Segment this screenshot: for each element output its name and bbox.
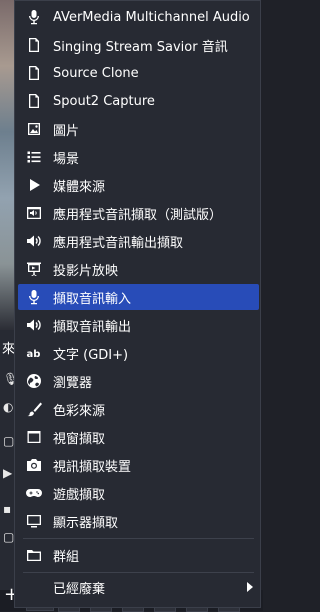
menu-item-image[interactable]: 圖片: [18, 116, 259, 142]
slideshow-icon: [24, 260, 44, 278]
menu-item-app-audio-output-capture[interactable]: 應用程式音訊輸出擷取: [18, 228, 259, 254]
menu-item-label: Singing Stream Savior 音訊: [53, 39, 228, 55]
menu-item-label: 投影片放映: [53, 263, 119, 279]
menu-item-label: Spout2 Capture: [53, 93, 155, 109]
speaker-icon: [24, 232, 44, 250]
window-icon: [24, 428, 44, 446]
menu-separator: [23, 538, 254, 539]
menu-item-group[interactable]: 群組: [18, 542, 259, 568]
microphone-icon: [24, 288, 44, 306]
menu-item-label: AVerMedia Multichannel Audio: [53, 9, 250, 25]
menu-item-media-source[interactable]: 媒體來源: [18, 172, 259, 198]
menu-item-deprecated[interactable]: 已經廢棄: [18, 574, 259, 600]
menu-item-text-gdi[interactable]: ab 文字 (GDI+): [18, 340, 259, 366]
menu-item-label: 場景: [53, 151, 80, 167]
menu-item-audio-input-capture[interactable]: 擷取音訊輸入: [18, 284, 259, 310]
menu-item-label: 擷取音訊輸入: [53, 291, 132, 307]
menu-item-display-capture[interactable]: 顯示器擷取: [18, 508, 259, 534]
window-speaker-icon: [24, 204, 44, 222]
document-icon: [24, 92, 44, 110]
menu-item-browser[interactable]: 瀏覽器: [18, 368, 259, 394]
camera-icon: [24, 456, 44, 474]
menu-item-avermedia[interactable]: AVerMedia Multichannel Audio: [18, 4, 259, 30]
menu-item-label: 圖片: [53, 123, 80, 139]
menu-item-game-capture[interactable]: 遊戲擷取: [18, 480, 259, 506]
microphone-icon: [24, 8, 44, 26]
menu-item-color-source[interactable]: 色彩來源: [18, 396, 259, 422]
menu-item-video-capture-device[interactable]: 視訊擷取裝置: [18, 452, 259, 478]
speaker-icon: [24, 316, 44, 334]
menu-item-label: 顯示器擷取: [53, 515, 119, 531]
menu-item-label: 群組: [53, 549, 80, 565]
menu-item-label: 文字 (GDI+): [53, 347, 129, 363]
menu-item-scene[interactable]: 場景: [18, 144, 259, 170]
svg-text:ab: ab: [27, 349, 41, 360]
monitor-icon: [24, 512, 44, 530]
document-icon: [24, 64, 44, 82]
menu-item-slideshow[interactable]: 投影片放映: [18, 256, 259, 282]
folder-icon: [24, 546, 44, 564]
menu-item-window-capture[interactable]: 視窗擷取: [18, 424, 259, 450]
add-source-menu: AVerMedia Multichannel Audio Singing Str…: [14, 0, 261, 608]
submenu-arrow-icon: [247, 582, 253, 592]
menu-item-audio-output-capture[interactable]: 擷取音訊輸出: [18, 312, 259, 338]
menu-item-label: 視窗擷取: [53, 431, 106, 447]
menu-item-label: 瀏覽器: [53, 375, 93, 391]
menu-item-label: 媒體來源: [53, 179, 106, 195]
menu-item-label: Source Clone: [53, 65, 139, 81]
menu-item-app-audio-capture-beta[interactable]: 應用程式音訊擷取（測試版）: [18, 200, 259, 226]
globe-icon: [24, 372, 44, 390]
text-icon: ab: [24, 344, 44, 362]
menu-item-label: 擷取音訊輸出: [53, 319, 132, 335]
list-icon: [24, 148, 44, 166]
menu-item-label: 已經廢棄: [53, 581, 106, 597]
menu-item-label: 色彩來源: [53, 403, 106, 419]
menu-item-spout2-capture[interactable]: Spout2 Capture: [18, 88, 259, 114]
menu-item-singing-stream-savior[interactable]: Singing Stream Savior 音訊: [18, 32, 259, 58]
menu-item-label: 應用程式音訊輸出擷取: [53, 235, 184, 251]
menu-item-source-clone[interactable]: Source Clone: [18, 60, 259, 86]
document-icon: [24, 36, 44, 54]
brush-icon: [24, 400, 44, 418]
menu-item-label: 應用程式音訊擷取（測試版）: [53, 207, 223, 223]
gamepad-icon: [24, 484, 44, 502]
menu-item-label: 遊戲擷取: [53, 487, 106, 503]
menu-item-label: 視訊擷取裝置: [53, 459, 132, 475]
play-icon: [24, 176, 44, 194]
image-icon: [24, 120, 44, 138]
menu-separator: [23, 572, 254, 573]
